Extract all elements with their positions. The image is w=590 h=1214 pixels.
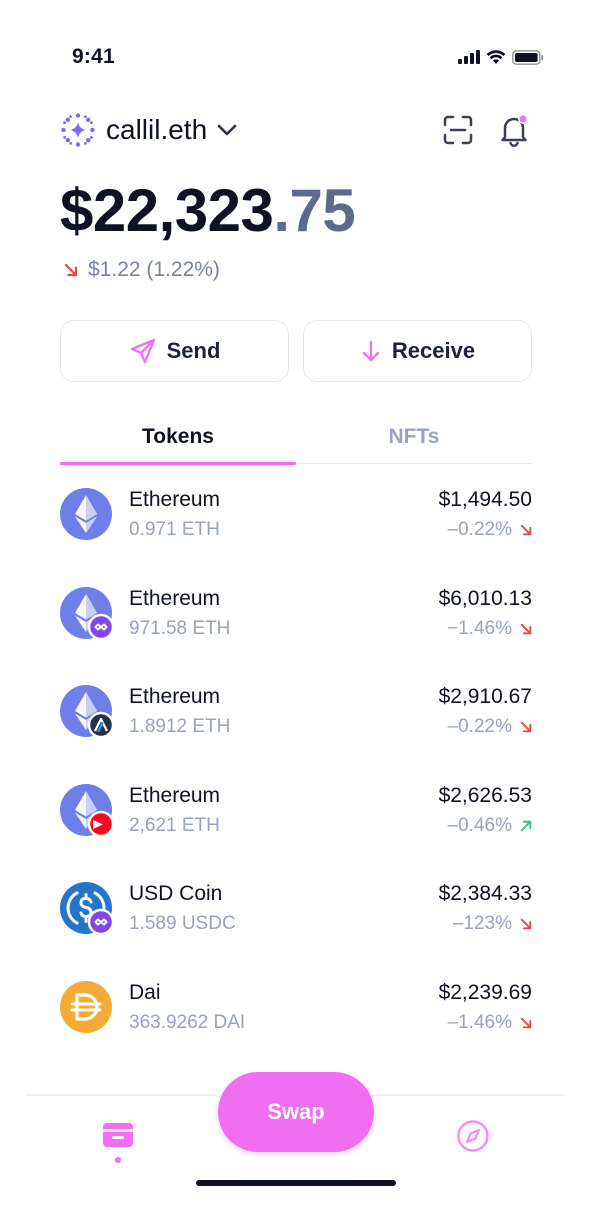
token-row[interactable]: Ethereum 2,621 ETH $2,626.53 –0.46% <box>60 774 532 873</box>
wallet-icon <box>103 1123 133 1147</box>
notifications-button[interactable] <box>496 112 532 148</box>
paper-plane-icon <box>130 338 155 364</box>
arrow-down-right-icon <box>520 918 532 930</box>
arrow-down-right-icon <box>520 524 532 536</box>
ethereum-icon <box>60 488 112 540</box>
arrow-down-right-icon <box>64 263 78 277</box>
wifi-icon <box>486 49 506 64</box>
active-tab-indicator <box>60 462 296 465</box>
swap-button[interactable]: Swap <box>218 1072 374 1152</box>
balance-change: $1.22 (1.22%) <box>64 258 220 282</box>
token-value: $2,910.67 <box>438 685 532 708</box>
scan-button[interactable] <box>440 112 476 148</box>
token-change-text: –123% <box>452 913 512 934</box>
token-amount: 363.9262 DAI <box>129 1011 246 1033</box>
nav-explore-tab[interactable] <box>453 1116 493 1156</box>
token-value: $2,239.69 <box>438 980 532 1004</box>
tab-nfts-label: NFTs <box>388 425 440 448</box>
send-button[interactable]: Send <box>60 320 289 382</box>
chevron-down-icon <box>217 124 237 136</box>
asset-tabs: Tokens NFTs <box>60 410 532 465</box>
balance-cents: .75 <box>273 177 356 244</box>
status-icons <box>458 48 544 66</box>
token-value: $1,494.50 <box>438 488 532 511</box>
token-row[interactable]: Ethereum 971.58 ETH $6,010.13 −1.46% <box>60 577 532 676</box>
compass-icon <box>457 1120 489 1152</box>
status-bar: 9:41 <box>26 26 564 88</box>
token-change: –123% <box>453 913 532 935</box>
status-time: 9:41 <box>72 45 115 68</box>
token-change-text: –0.22% <box>447 716 512 737</box>
token-change: –1.46% <box>448 1012 532 1034</box>
account-name: callil.eth <box>106 114 208 145</box>
battery-icon <box>512 49 544 65</box>
token-row[interactable]: USD Coin 1.589 USDC $2,384.33 –123% <box>60 872 532 971</box>
token-change-text: –0.22% <box>447 519 512 540</box>
token-amount: 971.58 ETH <box>129 617 231 639</box>
token-row[interactable]: Ethereum 1.8912 ETH $2,910.67 –0.22% <box>60 675 532 774</box>
token-change-text: −1.46% <box>447 617 512 639</box>
usdc-polygon-icon <box>60 882 115 936</box>
send-label: Send <box>166 338 221 363</box>
token-name: Ethereum <box>129 685 221 708</box>
ethereum-polygon-icon <box>60 586 115 640</box>
dai-icon <box>60 980 112 1033</box>
token-change-text: –0.46% <box>447 814 512 836</box>
tab-tokens-label: Tokens <box>142 425 214 448</box>
tab-tokens[interactable]: Tokens <box>60 410 296 464</box>
token-name: Ethereum <box>129 586 221 610</box>
arrow-down-right-icon <box>520 721 532 733</box>
token-amount: 1.8912 ETH <box>129 716 231 737</box>
token-value: $2,626.53 <box>438 783 532 807</box>
signal-icon <box>458 50 480 64</box>
token-name: Ethereum <box>129 783 221 807</box>
ethereum-optimism-icon <box>60 783 115 837</box>
token-name: Ethereum <box>129 488 221 511</box>
token-change: −1.46% <box>447 618 532 640</box>
wallet-header: callil.eth <box>60 110 532 150</box>
scan-icon <box>443 115 473 145</box>
account-selector[interactable]: callil.eth <box>60 110 237 150</box>
receive-label: Receive <box>391 338 476 363</box>
sparkle-avatar-icon <box>61 113 95 147</box>
swap-label: Swap <box>267 1099 325 1124</box>
arrow-down-right-icon <box>520 623 532 634</box>
action-buttons: Send Receive <box>60 320 532 382</box>
balance-dollars: $22,323 <box>60 177 274 244</box>
token-amount: 0.971 ETH <box>129 519 220 540</box>
token-list: Ethereum 0.971 ETH $1,494.50 –0.22% Ethe… <box>60 478 532 1069</box>
token-value: $6,010.13 <box>438 586 532 610</box>
token-name: USD Coin <box>129 882 223 905</box>
nav-wallet-tab[interactable] <box>98 1116 138 1156</box>
phone-screen: 9:41 callil.eth $22,323.75 $1.22 (1.22%)… <box>26 26 564 1190</box>
bell-icon <box>501 114 528 147</box>
arrow-up-right-icon <box>520 820 532 831</box>
active-nav-dot <box>115 1157 121 1163</box>
token-row[interactable]: Dai 363.9262 DAI $2,239.69 –1.46% <box>60 971 532 1070</box>
portfolio-balance: $22,323.75 <box>60 176 356 245</box>
receive-button[interactable]: Receive <box>303 320 532 382</box>
arrow-down-icon <box>362 340 380 362</box>
token-change: –0.22% <box>448 716 532 738</box>
token-amount: 1.589 USDC <box>129 913 236 934</box>
home-indicator <box>196 1180 396 1186</box>
arrow-down-right-icon <box>520 1017 532 1028</box>
token-change: –0.22% <box>448 519 532 541</box>
token-value: $2,384.33 <box>438 882 532 905</box>
token-change: –0.46% <box>448 815 532 837</box>
tab-nfts[interactable]: NFTs <box>296 410 532 464</box>
balance-change-text: $1.22 (1.22%) <box>88 258 220 281</box>
token-change-text: –1.46% <box>447 1011 512 1033</box>
token-row[interactable]: Ethereum 0.971 ETH $1,494.50 –0.22% <box>60 478 532 577</box>
token-amount: 2,621 ETH <box>129 814 220 836</box>
ethereum-arbitrum-icon <box>60 685 115 739</box>
token-name: Dai <box>129 980 161 1004</box>
